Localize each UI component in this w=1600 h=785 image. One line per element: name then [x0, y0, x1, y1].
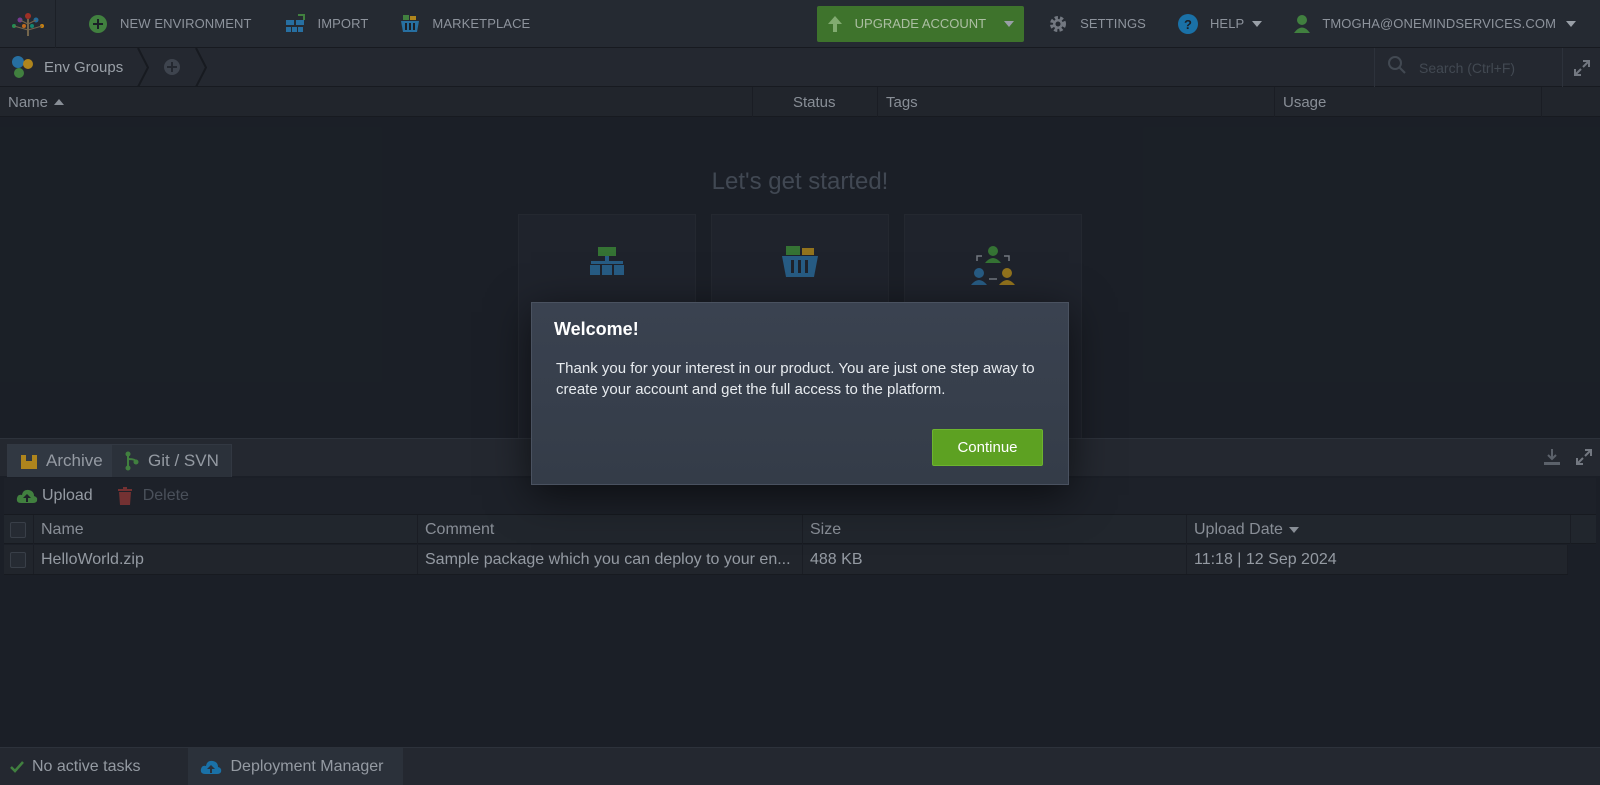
welcome-dialog: Welcome! Thank you for your interest in …: [531, 302, 1069, 485]
continue-button[interactable]: Continue: [932, 429, 1043, 466]
dialog-title: Welcome!: [554, 319, 639, 339]
dialog-message: Thank you for your interest in our produ…: [556, 360, 1035, 398]
